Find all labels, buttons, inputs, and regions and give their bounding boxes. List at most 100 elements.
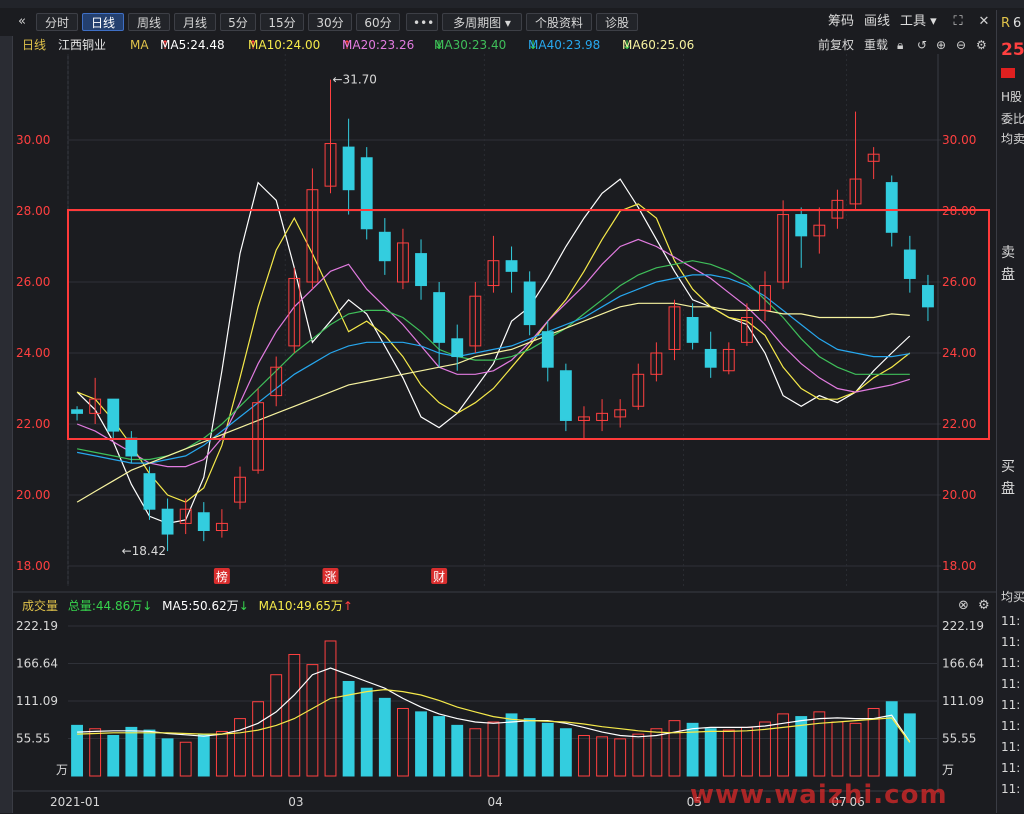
tab-daily[interactable]: 日线	[82, 13, 124, 31]
volume-bar	[396, 707, 409, 777]
volume-bar	[306, 664, 319, 777]
fullscreen-icon[interactable]: ⛶	[950, 13, 966, 31]
candle	[324, 79, 337, 194]
double-chevron-left-icon[interactable]: «	[14, 13, 30, 31]
candle-body	[378, 231, 391, 262]
buy-label-2: 盘	[1001, 481, 1015, 497]
candle-body	[71, 409, 83, 414]
candle	[378, 218, 391, 275]
close-circle-icon[interactable]: ⊗	[958, 598, 969, 613]
candle-body	[686, 317, 699, 343]
lock-icon[interactable]: 🔒︎	[897, 36, 903, 54]
tab-15min[interactable]: 15分	[260, 13, 304, 31]
price-tick-left: 24.00	[16, 346, 50, 360]
stock-profile-button[interactable]: 个股资料	[526, 13, 592, 31]
minus-circle-icon[interactable]: ⊖	[956, 36, 966, 54]
chips-button[interactable]: 筹码	[828, 13, 854, 31]
volume-bar	[415, 711, 427, 777]
candle-body	[143, 473, 156, 510]
settings-gear-icon[interactable]: ⚙	[978, 598, 990, 613]
volume-bar	[360, 687, 373, 777]
candle	[270, 356, 283, 407]
volume-tick-right: 111.09	[942, 694, 984, 708]
tab-intraday[interactable]: 分时	[36, 13, 78, 31]
volume-total: 总量:44.86万	[67, 599, 143, 613]
price-grid	[12, 54, 996, 794]
caret-down-icon: ▾	[930, 14, 937, 29]
volume-bar	[831, 721, 844, 777]
volume-bar	[125, 726, 138, 777]
volume-unit-left: 万	[56, 763, 68, 777]
candle	[234, 466, 246, 510]
down-arrow-icon: ↓	[142, 599, 153, 613]
candle-body	[161, 508, 174, 535]
tab-60min[interactable]: 60分	[356, 13, 400, 31]
stock-name: 江西铜业	[58, 38, 107, 52]
price-tick-right: 24.00	[942, 346, 976, 360]
candle	[650, 342, 663, 382]
candle	[795, 207, 808, 268]
undo-icon[interactable]: ↺	[917, 36, 927, 54]
price-tick-right: 18.00	[942, 559, 976, 573]
diagnose-button[interactable]: 诊股	[596, 13, 638, 31]
price-tick-left: 22.00	[16, 417, 50, 431]
candle-body	[433, 292, 446, 343]
ma-lines	[76, 178, 911, 525]
candle	[505, 246, 518, 293]
volume-bar	[161, 738, 174, 777]
period-label: 日线	[22, 38, 47, 52]
more-button[interactable]: •••	[406, 13, 438, 31]
candle-body	[903, 249, 916, 279]
ma30-value: MA30:23.40 ↓	[434, 36, 506, 54]
candle	[306, 168, 319, 290]
volume-bar	[596, 736, 609, 777]
tab-weekly[interactable]: 周线	[128, 13, 170, 31]
volume-bar	[378, 697, 391, 777]
ma60-label: MA60:25.06	[622, 38, 695, 52]
settings-gear-icon[interactable]: ⚙	[976, 36, 987, 54]
ma-info-line: 日线 江西铜业 MA MA5:24.48 ↑ MA10:24.00 ↑ MA20:2…	[0, 36, 1000, 54]
trade-time: 11:	[1001, 614, 1021, 628]
candle	[903, 235, 916, 293]
kline-chart[interactable]: 30.00 30.0028.00 28.0026.00 26.0024.00 24.00…	[12, 54, 996, 814]
price-tick-right: 22.00	[942, 417, 976, 431]
avg-sell-label: 均卖	[1001, 132, 1024, 146]
buy-label: 买	[1001, 459, 1015, 475]
multi-period-dropdown[interactable]: 多周期图 ▾	[442, 13, 522, 31]
price-tick-right: 30.00	[942, 133, 976, 147]
restore-button[interactable]: 前复权	[818, 36, 854, 54]
plus-circle-icon[interactable]: ⊕	[936, 36, 946, 54]
caret-down-icon: ▾	[504, 16, 511, 30]
tools-dropdown[interactable]: 工具 ▾	[900, 13, 937, 31]
candle	[632, 363, 645, 410]
volume-bar	[632, 733, 645, 777]
event-badge-label: 财	[433, 570, 445, 584]
sell-label: 卖	[1001, 245, 1015, 261]
price-tick-left: 20.00	[16, 488, 50, 502]
commission-label: 委比	[1001, 112, 1024, 126]
volume-ma-line	[77, 688, 911, 743]
volume-tick-right: 55.55	[942, 731, 976, 745]
candle	[179, 498, 192, 535]
trade-time: 11:	[1001, 761, 1021, 775]
event-badge-label: 榜	[216, 569, 228, 584]
tab-monthly[interactable]: 月线	[174, 13, 216, 31]
candle	[777, 200, 790, 290]
candle	[469, 282, 482, 353]
candle-body	[505, 260, 518, 272]
h-share-label: H股	[1001, 90, 1023, 104]
trade-time: 11:	[1001, 719, 1021, 733]
candles	[71, 79, 934, 552]
volume-bar	[541, 722, 554, 777]
reload-button[interactable]: 重载	[864, 36, 888, 54]
volume-bar	[143, 729, 156, 777]
volume-tick-left: 222.19	[16, 619, 58, 633]
volume-bar	[234, 718, 246, 777]
tab-30min[interactable]: 30分	[308, 13, 352, 31]
china-flag-icon	[1001, 68, 1015, 78]
tab-5min[interactable]: 5分	[220, 13, 256, 31]
volume-tick-left: 166.64	[16, 657, 58, 671]
close-icon[interactable]: ✕	[976, 13, 992, 31]
draw-line-button[interactable]: 画线	[864, 13, 890, 31]
date-tick: 03	[288, 795, 303, 809]
